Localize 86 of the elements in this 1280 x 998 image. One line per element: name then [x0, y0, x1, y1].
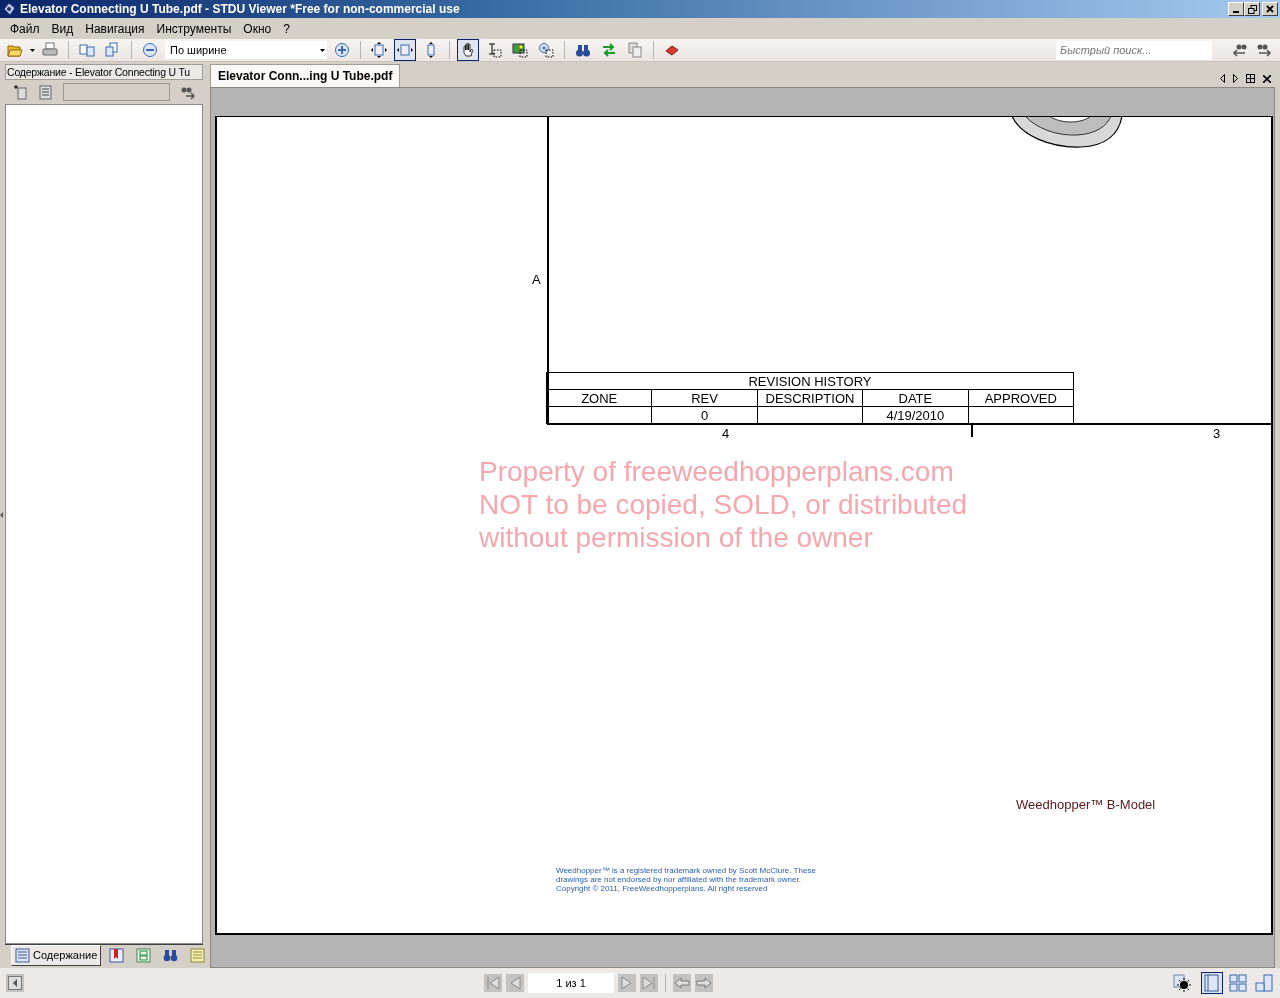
table-cell: 0 [651, 406, 758, 424]
swap-arrows-icon [601, 42, 617, 58]
menu-item[interactable]: Вид [45, 18, 80, 39]
bookmarks-icon [109, 948, 125, 963]
next-page-icon [620, 976, 634, 990]
find-previous-icon [1231, 42, 1247, 58]
table-cell: 4/19/2010 [862, 406, 969, 424]
menu-item[interactable]: ? [277, 18, 296, 39]
sidebar-toggle-icon [8, 976, 22, 990]
table-title: REVISION HISTORY [546, 372, 1074, 390]
menu-item[interactable]: Окно [237, 18, 278, 39]
hand-tool-icon [460, 42, 476, 58]
app-logo-icon [2, 2, 16, 16]
search-icon [575, 42, 591, 58]
column-header: ZONE [546, 389, 652, 407]
hand-tool-button[interactable] [457, 39, 479, 61]
footer-line: Copyright © 2011, FreeWeedhopperplans. All right reserved [556, 884, 769, 893]
annotations-icon [190, 948, 206, 963]
quick-search-field[interactable]: Быстрый поиск... [1056, 40, 1212, 60]
thumbnails-icon [136, 948, 152, 963]
restore-button[interactable] [1244, 2, 1260, 16]
back-button[interactable] [673, 974, 691, 992]
find-next-icon [1257, 42, 1273, 58]
forward-button[interactable] [695, 974, 713, 992]
column-header: DESCRIPTION [757, 389, 863, 407]
previous-page-icon [508, 976, 522, 990]
caret-icon[interactable] [30, 48, 35, 52]
footer-line: Weedhopper™ is a registered trademark owned by Scott McClure. These [556, 866, 816, 875]
notice-line: Property of freeweedhopperplans.com [479, 455, 955, 488]
page-copy-icon [105, 42, 121, 58]
page-export-icon [79, 42, 95, 58]
filter-field[interactable] [63, 83, 170, 101]
document-tab[interactable]: Elevator Conn...ing U Tube.pdf [210, 64, 401, 87]
column-header: DATE [862, 389, 969, 407]
page-number-field[interactable]: 1 из 1 [528, 973, 614, 993]
column-header: REV [651, 389, 758, 407]
search-icon [163, 948, 179, 963]
footer-line: drawings are not endorsed by nor affiliated with the trademark owner. [556, 875, 802, 884]
contents-tab[interactable]: Содержание [11, 945, 102, 966]
tile-windows-icon[interactable] [1246, 74, 1255, 83]
column-header: APPROVED [968, 389, 1074, 407]
menu-item[interactable]: Инструменты [150, 18, 238, 39]
column-number: 4 [722, 425, 730, 443]
back-icon [674, 976, 690, 990]
minimize-button[interactable] [1228, 2, 1244, 16]
text-select-icon [486, 42, 502, 58]
close-button[interactable] [1262, 2, 1278, 16]
menu-item[interactable]: Навигация [79, 18, 151, 39]
zoom-in-icon [334, 42, 350, 58]
next-tab-icon[interactable] [1233, 74, 1238, 83]
copy-icon [627, 42, 643, 58]
fit-width-button[interactable] [394, 39, 416, 61]
fit-width-icon [397, 42, 413, 58]
notice-line: without permission of the owner [479, 521, 874, 554]
open-folder-icon [7, 42, 23, 58]
last-page-icon [642, 976, 656, 990]
mixed-view-icon [1255, 974, 1273, 992]
grid-view-icon [1229, 974, 1247, 992]
first-page-icon [486, 976, 500, 990]
zoom-out-icon [142, 42, 158, 58]
sidebar-title: Содержание - Elevator Connecting U Tu [5, 64, 203, 80]
print-icon [42, 42, 58, 58]
mixed-view-button[interactable] [1253, 972, 1275, 994]
model-label: Weedhopper™ B-Model [1016, 796, 1156, 814]
window-title: Elevator Connecting U Tube.pdf - STDU Viewer *Free for non-commercial use [20, 1, 461, 18]
column-number: 3 [1213, 425, 1221, 443]
zoom-select[interactable]: По ширине [165, 41, 327, 59]
zoom-area-icon [538, 42, 554, 58]
caret-icon [320, 48, 325, 52]
collapse-arrow-icon[interactable] [0, 512, 3, 518]
forward-icon [696, 976, 712, 990]
single-page-view-button[interactable] [1201, 972, 1223, 994]
zone-label: A [532, 271, 541, 289]
single-page-view-icon [1203, 974, 1221, 992]
sidebar-toggle-button[interactable] [6, 974, 24, 992]
brightness-icon[interactable] [1173, 974, 1191, 992]
close-icon [1266, 5, 1274, 13]
menu-item[interactable]: Файл [4, 18, 46, 39]
fit-page-icon [371, 42, 387, 58]
previous-tab-icon[interactable] [1220, 74, 1225, 83]
close-icon[interactable] [1263, 74, 1271, 83]
restore-icon [1247, 4, 1257, 14]
list-view-icon [36, 84, 53, 100]
contents-icon [15, 948, 30, 963]
image-select-icon [512, 42, 528, 58]
notice-line: NOT to be copied, SOLD, or distributed [479, 488, 968, 521]
